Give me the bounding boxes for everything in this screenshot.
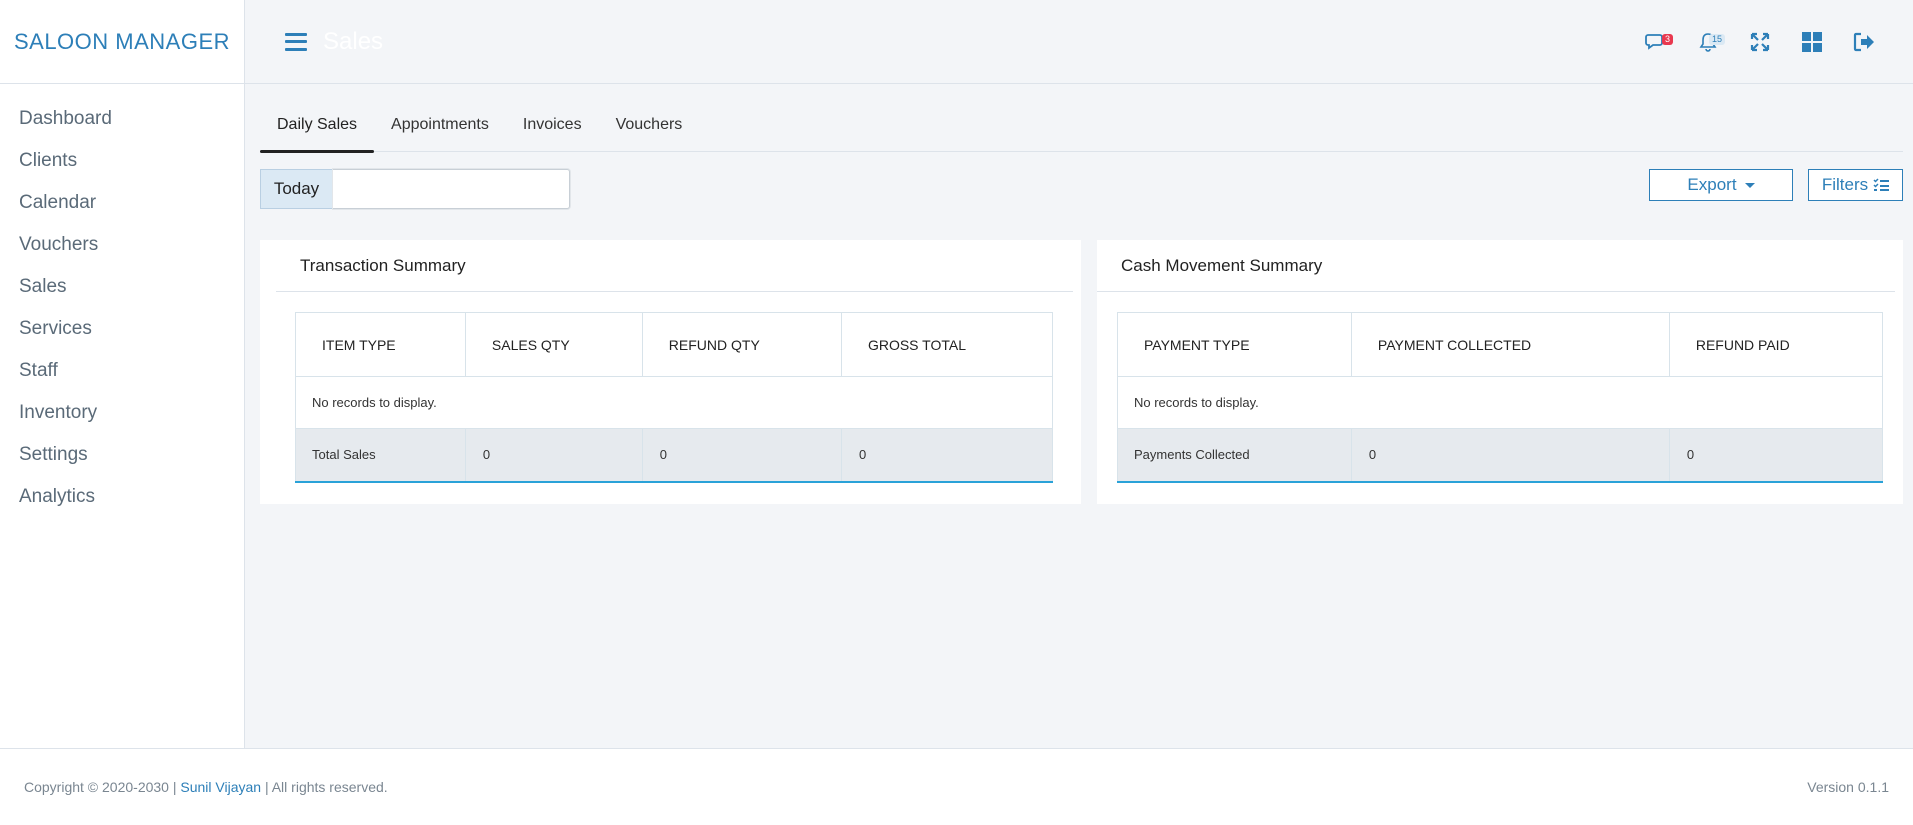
column-header[interactable]: REFUND QTY <box>641 312 842 377</box>
table-row: No records to display. <box>295 376 1053 429</box>
sidebar-item-calendar[interactable]: Calendar <box>0 182 244 224</box>
caret-down-icon <box>1744 182 1755 188</box>
main-content: Daily Sales Appointments Invoices Vouche… <box>260 84 1903 504</box>
column-header[interactable]: REFUND PAID <box>1668 312 1884 377</box>
messages-count-badge: 3 <box>1661 34 1673 45</box>
logout-icon[interactable] <box>1849 27 1879 57</box>
date-range-label[interactable]: Today <box>260 169 333 209</box>
copyright-text: Copyright © 2020-2030 | <box>24 779 177 795</box>
sidebar-item-sales[interactable]: Sales <box>0 266 244 308</box>
totals-cell: 0 <box>840 428 1054 483</box>
version-text: Version 0.1.1 <box>1807 779 1889 795</box>
cash-movement-summary-table: PAYMENT TYPE PAYMENT COLLECTED REFUND PA… <box>1117 312 1884 483</box>
transaction-summary-table: ITEM TYPE SALES QTY REFUND QTY GROSS TOT… <box>295 312 1054 483</box>
table-row: No records to display. <box>1117 376 1883 429</box>
filters-button[interactable]: Filters <box>1808 169 1903 201</box>
totals-row: Payments Collected 0 0 <box>1117 428 1884 483</box>
menu-icon[interactable] <box>285 32 307 51</box>
empty-message: No records to display. <box>295 376 1053 429</box>
totals-label: Total Sales <box>295 428 466 483</box>
notifications-count-badge: 15 <box>1708 34 1725 45</box>
cash-movement-summary-title: Cash Movement Summary <box>1097 240 1895 292</box>
filters-label: Filters <box>1821 175 1869 194</box>
totals-cell: 0 <box>464 428 643 483</box>
page-title: Sales <box>323 27 384 55</box>
cash-movement-summary-card: Cash Movement Summary PAYMENT TYPE PAYME… <box>1097 240 1903 504</box>
filter-list-icon <box>1873 178 1890 191</box>
empty-message: No records to display. <box>1117 376 1883 429</box>
tab-invoices[interactable]: Invoices <box>506 114 599 151</box>
transaction-summary-title: Transaction Summary <box>276 240 1073 292</box>
sales-tabs: Daily Sales Appointments Invoices Vouche… <box>260 114 1903 153</box>
rights-text: | All rights reserved. <box>264 779 388 795</box>
brand-logo[interactable]: SALOON MANAGER <box>0 0 244 84</box>
chat-icon[interactable]: 3 <box>1641 27 1673 57</box>
column-header[interactable]: PAYMENT COLLECTED <box>1350 312 1670 377</box>
header-actions: 3 15 <box>1641 0 1879 84</box>
tab-appointments[interactable]: Appointments <box>374 114 506 151</box>
export-button[interactable]: Export <box>1649 169 1793 201</box>
sidebar: SALOON MANAGER Dashboard Clients Calenda… <box>0 0 245 748</box>
toolbar: Today Export Filters <box>260 152 1903 224</box>
totals-cell: 0 <box>1668 428 1884 483</box>
tab-daily-sales[interactable]: Daily Sales <box>260 114 375 153</box>
sidebar-item-clients[interactable]: Clients <box>0 140 244 182</box>
top-header: Sales 3 15 <box>245 0 1913 84</box>
date-range-picker: Today <box>260 169 570 209</box>
sidebar-nav: Dashboard Clients Calendar Vouchers Sale… <box>0 84 244 518</box>
totals-label: Payments Collected <box>1117 428 1352 483</box>
sidebar-item-inventory[interactable]: Inventory <box>0 392 244 434</box>
sidebar-item-vouchers[interactable]: Vouchers <box>0 224 244 266</box>
totals-cell: 0 <box>1350 428 1670 483</box>
totals-row: Total Sales 0 0 0 <box>295 428 1054 483</box>
tab-vouchers[interactable]: Vouchers <box>599 114 700 151</box>
copyright: Copyright © 2020-2030 | Sunil Vijayan | … <box>24 779 388 795</box>
column-header[interactable]: SALES QTY <box>464 312 643 377</box>
date-input[interactable] <box>333 169 570 209</box>
sidebar-item-staff[interactable]: Staff <box>0 350 244 392</box>
sidebar-item-analytics[interactable]: Analytics <box>0 476 244 518</box>
author-link[interactable]: Sunil Vijayan <box>180 779 261 795</box>
column-header[interactable]: PAYMENT TYPE <box>1117 312 1352 377</box>
export-label: Export <box>1687 175 1737 194</box>
column-header[interactable]: ITEM TYPE <box>295 312 466 377</box>
totals-cell: 0 <box>641 428 842 483</box>
sidebar-item-settings[interactable]: Settings <box>0 434 244 476</box>
bell-icon[interactable]: 15 <box>1693 27 1725 57</box>
grid-icon[interactable] <box>1797 27 1827 57</box>
sidebar-item-services[interactable]: Services <box>0 308 244 350</box>
sidebar-item-dashboard[interactable]: Dashboard <box>0 98 244 140</box>
fullscreen-icon[interactable] <box>1745 27 1775 57</box>
column-header[interactable]: GROSS TOTAL <box>840 312 1054 377</box>
transaction-summary-card: Transaction Summary ITEM TYPE SALES QTY … <box>260 240 1081 504</box>
footer: Copyright © 2020-2030 | Sunil Vijayan | … <box>0 748 1913 825</box>
